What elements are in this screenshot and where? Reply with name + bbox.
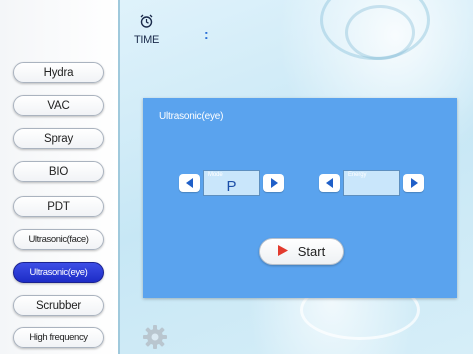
energy-increase-button[interactable] — [403, 174, 424, 192]
gear-icon[interactable] — [142, 324, 168, 354]
panel-title: Ultrasonic(eye) — [159, 111, 224, 122]
mode-decrease-button[interactable] — [179, 174, 200, 192]
energy-caption: Energy — [348, 172, 367, 178]
arrow-left-icon — [325, 178, 333, 188]
main-area: TIME : Ultrasonic(eye) Mode P Energy Sta… — [118, 0, 473, 354]
sidebar-item-spray[interactable]: Spray — [13, 128, 104, 149]
time-label: TIME — [134, 34, 160, 46]
water-splash-decoration — [345, 5, 415, 60]
time-display: TIME — [134, 14, 159, 46]
time-value: : — [204, 26, 209, 42]
arrow-right-icon — [270, 178, 278, 188]
alarm-clock-icon — [140, 14, 153, 33]
arrow-left-icon — [185, 178, 193, 188]
mode-control: Mode P — [179, 170, 284, 196]
sidebar: Hydra VAC Spray BIO PDT Ultrasonic(face)… — [0, 0, 118, 354]
energy-decrease-button[interactable] — [319, 174, 340, 192]
mode-increase-button[interactable] — [263, 174, 284, 192]
sidebar-item-hydra[interactable]: Hydra — [13, 62, 104, 83]
sidebar-item-high-frequency[interactable]: High frequency — [13, 327, 104, 348]
sidebar-item-ultrasonic-face[interactable]: Ultrasonic(face) — [13, 229, 104, 250]
control-panel: Ultrasonic(eye) Mode P Energy Start — [143, 98, 457, 298]
sidebar-item-pdt[interactable]: PDT — [13, 196, 104, 217]
sidebar-item-ultrasonic-eye[interactable]: Ultrasonic(eye) — [13, 262, 104, 283]
sidebar-item-vac[interactable]: VAC — [13, 95, 104, 116]
mode-value-box[interactable]: Mode P — [203, 170, 260, 196]
energy-control: Energy — [319, 170, 424, 196]
start-button[interactable]: Start — [259, 238, 344, 265]
sidebar-item-scrubber[interactable]: Scrubber — [13, 295, 104, 316]
play-icon — [277, 244, 288, 259]
energy-value-box[interactable]: Energy — [343, 170, 400, 196]
sidebar-item-bio[interactable]: BIO — [13, 161, 104, 182]
arrow-right-icon — [410, 178, 418, 188]
mode-value: P — [226, 178, 237, 195]
start-label: Start — [297, 244, 326, 259]
